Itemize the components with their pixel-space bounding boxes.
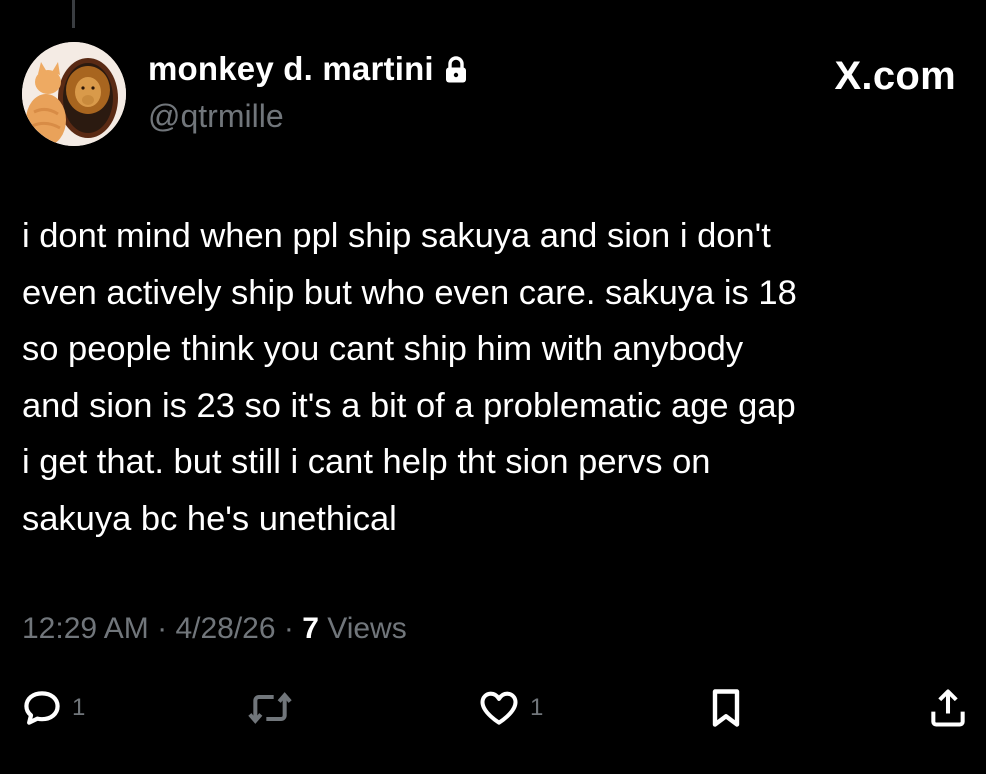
lock-icon	[444, 55, 468, 84]
brand-watermark: X.com	[834, 54, 956, 98]
tweet-date[interactable]: 4/28/26	[175, 614, 275, 644]
reply-button[interactable]: 1	[20, 686, 85, 730]
meta-separator: ·	[275, 612, 303, 645]
like-button[interactable]: 1	[476, 686, 543, 730]
author-handle[interactable]: @qtrmille	[148, 100, 284, 132]
author-display-name[interactable]: monkey d. martini	[148, 52, 434, 85]
heart-icon	[480, 691, 518, 725]
avatar[interactable]	[22, 42, 126, 146]
tweet-time[interactable]: 12:29 AM	[22, 614, 149, 644]
action-bar: 1 1	[0, 686, 986, 736]
tweet-metadata: 12:29 AM · 4/28/26 · 7 Views	[22, 614, 407, 644]
author-name-row: monkey d. martini	[148, 52, 468, 85]
thread-connector-line	[72, 0, 75, 28]
reply-count: 1	[72, 694, 86, 721]
bookmark-button[interactable]	[706, 686, 746, 730]
avatar-image	[22, 42, 126, 146]
repost-icon	[248, 692, 292, 724]
share-icon	[931, 689, 965, 727]
bookmark-icon	[712, 689, 740, 727]
meta-separator: ·	[148, 612, 176, 645]
like-count: 1	[530, 694, 544, 721]
views-count: 7	[302, 612, 319, 645]
reply-icon	[24, 691, 60, 725]
tweet-text: i dont mind when ppl ship sakuya and sio…	[22, 217, 797, 538]
views-label: Views	[318, 612, 407, 645]
repost-button[interactable]	[246, 686, 302, 730]
share-button[interactable]	[926, 686, 970, 730]
